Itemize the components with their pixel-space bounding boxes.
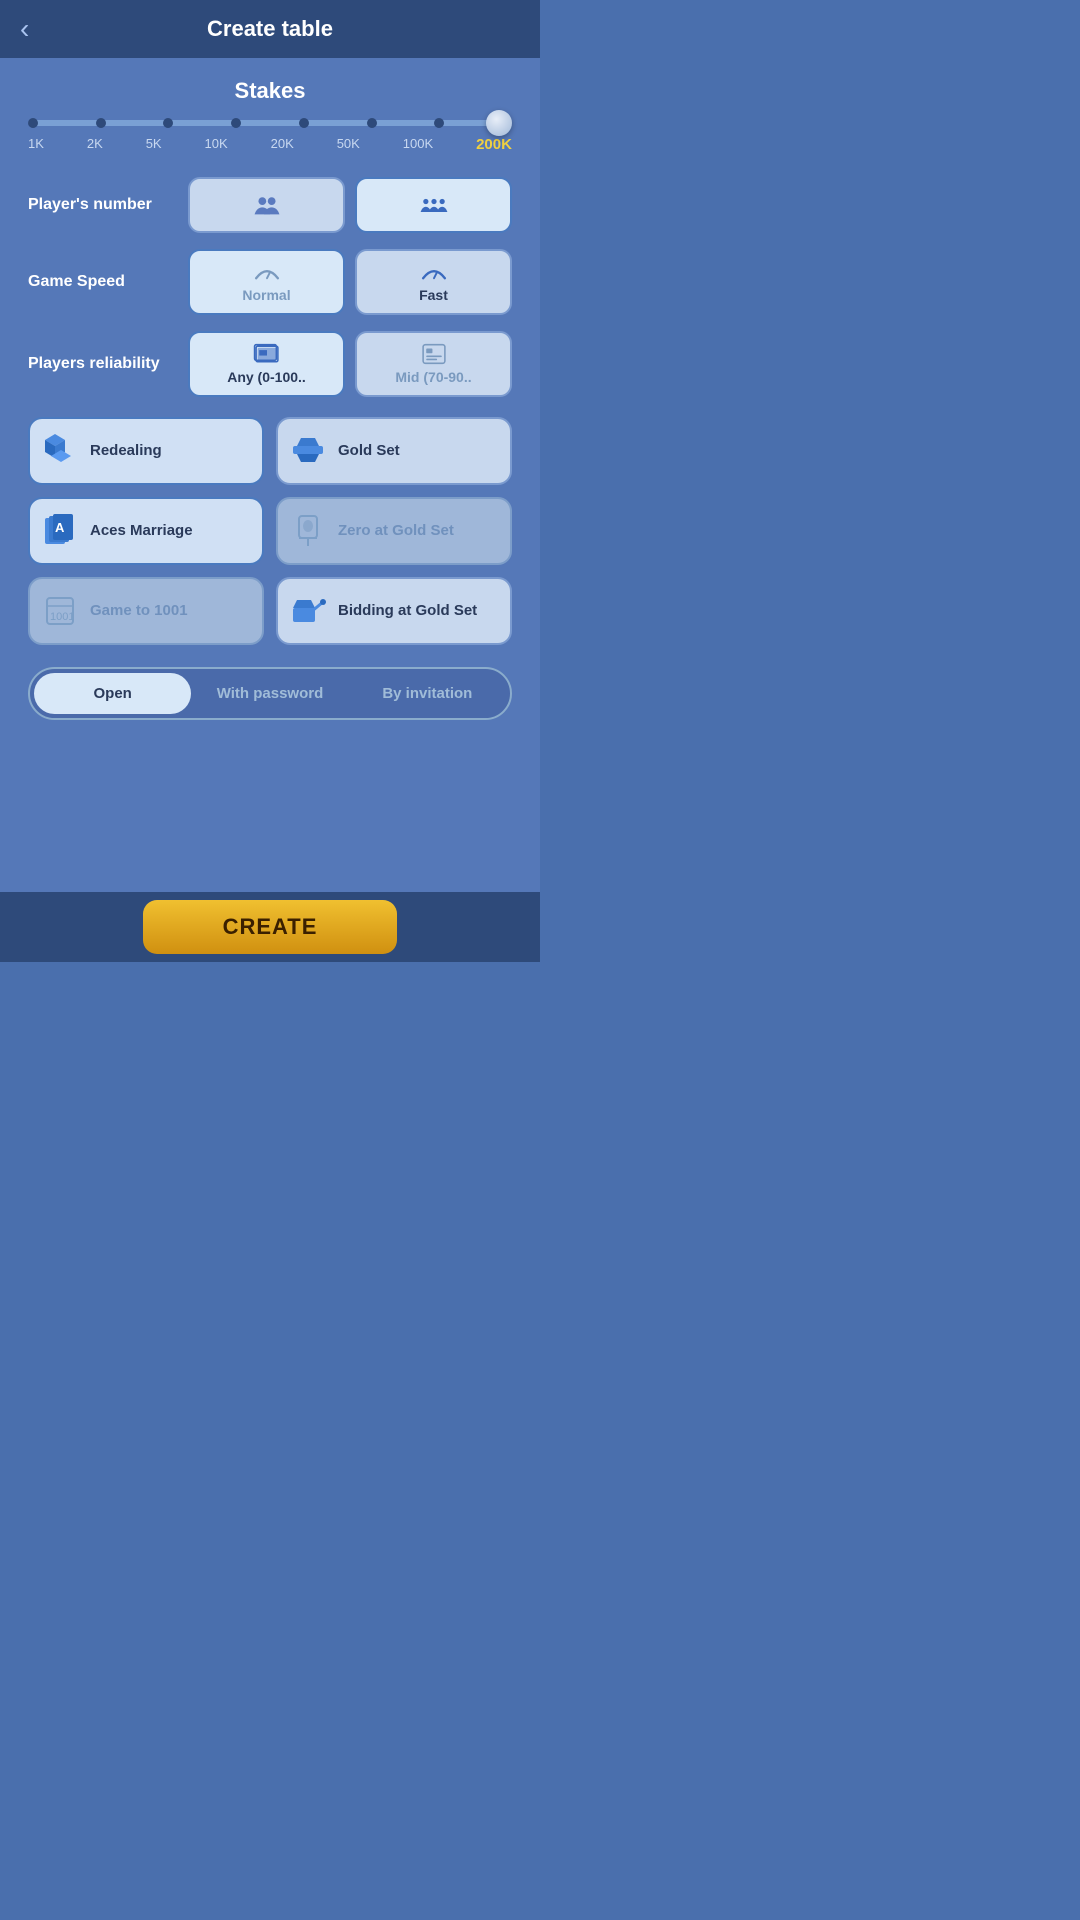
stakes-title: Stakes <box>28 78 512 104</box>
access-open[interactable]: Open <box>34 673 191 714</box>
two-players-icon <box>253 194 281 216</box>
aces-icon: A <box>40 511 80 551</box>
mid-reliability-label: Mid (70-90.. <box>395 369 471 385</box>
access-password[interactable]: With password <box>191 673 348 714</box>
mid-reliability-icon <box>420 343 448 365</box>
header: ‹ Create table <box>0 0 540 58</box>
stake-2k: 2K <box>87 136 103 153</box>
bidding-gold-set-btn[interactable]: Bidding at Gold Set <box>276 577 512 645</box>
players-reliability-row: Players reliability Any (0-100.. <box>28 331 512 397</box>
stake-100k: 100K <box>403 136 433 153</box>
zero-gold-set-btn[interactable]: Zero at Gold Set <box>276 497 512 565</box>
players-number-label: Player's number <box>28 196 188 214</box>
slider-dot <box>231 118 241 128</box>
stake-200k: 200K <box>476 136 512 153</box>
stake-labels: 1K 2K 5K 10K 20K 50K 100K 200K <box>28 136 512 153</box>
three-players-icon <box>420 194 448 216</box>
stake-10k: 10K <box>205 136 228 153</box>
gold-set-label: Gold Set <box>338 442 400 460</box>
create-button[interactable]: CREATE <box>143 900 398 954</box>
players-number-row: Player's number <box>28 177 512 233</box>
access-bar: Open With password By invitation <box>28 667 512 720</box>
fast-label: Fast <box>419 287 448 303</box>
stakes-section: Stakes 1K 2K 5K 10K <box>28 78 512 153</box>
stakes-slider[interactable] <box>28 120 512 126</box>
any-reliability-label: Any (0-100.. <box>227 369 306 385</box>
normal-speed-icon <box>253 261 281 283</box>
bidding-icon <box>288 591 328 631</box>
slider-dot <box>96 118 106 128</box>
game-to-1001-label: Game to 1001 <box>90 602 188 620</box>
any-reliability-btn[interactable]: Any (0-100.. <box>188 331 345 397</box>
footer: CREATE <box>0 892 540 962</box>
stake-5k: 5K <box>146 136 162 153</box>
slider-dot <box>163 118 173 128</box>
redealing-label: Redealing <box>90 442 162 460</box>
players-reliability-group: Any (0-100.. Mid (70-90.. <box>188 331 512 397</box>
game-to-1001-btn[interactable]: 1001 Game to 1001 <box>28 577 264 645</box>
game-speed-group: Normal Fast <box>188 249 512 315</box>
stake-1k: 1K <box>28 136 44 153</box>
redealing-btn[interactable]: Redealing <box>28 417 264 485</box>
game-speed-label: Game Speed <box>28 273 188 291</box>
fast-speed-icon <box>420 261 448 283</box>
gold-set-btn[interactable]: Gold Set <box>276 417 512 485</box>
stake-20k: 20K <box>271 136 294 153</box>
svg-text:1001: 1001 <box>50 611 74 623</box>
redealing-icon <box>40 431 80 471</box>
settings-grid: Player's number <box>28 177 512 397</box>
access-invitation[interactable]: By invitation <box>349 673 506 714</box>
page-title: Create table <box>207 16 333 42</box>
three-players-btn[interactable] <box>355 177 512 233</box>
svg-text:A: A <box>55 520 65 535</box>
slider-thumb[interactable] <box>486 110 512 136</box>
slider-dot <box>367 118 377 128</box>
fast-speed-btn[interactable]: Fast <box>355 249 512 315</box>
aces-marriage-btn[interactable]: A Aces Marriage <box>28 497 264 565</box>
players-number-group <box>188 177 512 233</box>
bidding-gold-set-label: Bidding at Gold Set <box>338 602 477 620</box>
zero-gold-set-label: Zero at Gold Set <box>338 522 454 540</box>
mid-reliability-btn[interactable]: Mid (70-90.. <box>355 331 512 397</box>
game-speed-row: Game Speed Normal Fast <box>28 249 512 315</box>
normal-label: Normal <box>242 287 290 303</box>
zero-icon <box>288 511 328 551</box>
aces-marriage-label: Aces Marriage <box>90 522 193 540</box>
gold-set-icon <box>288 431 328 471</box>
stake-50k: 50K <box>337 136 360 153</box>
slider-dot <box>299 118 309 128</box>
toggles-grid: Redealing Gold Set A <box>28 417 512 645</box>
back-button[interactable]: ‹ <box>20 15 29 43</box>
normal-speed-btn[interactable]: Normal <box>188 249 345 315</box>
main-content: Stakes 1K 2K 5K 10K <box>0 58 540 892</box>
slider-dot <box>434 118 444 128</box>
two-players-btn[interactable] <box>188 177 345 233</box>
slider-dot <box>28 118 38 128</box>
1001-icon: 1001 <box>40 591 80 631</box>
any-reliability-icon <box>253 343 281 365</box>
players-reliability-label: Players reliability <box>28 355 188 373</box>
